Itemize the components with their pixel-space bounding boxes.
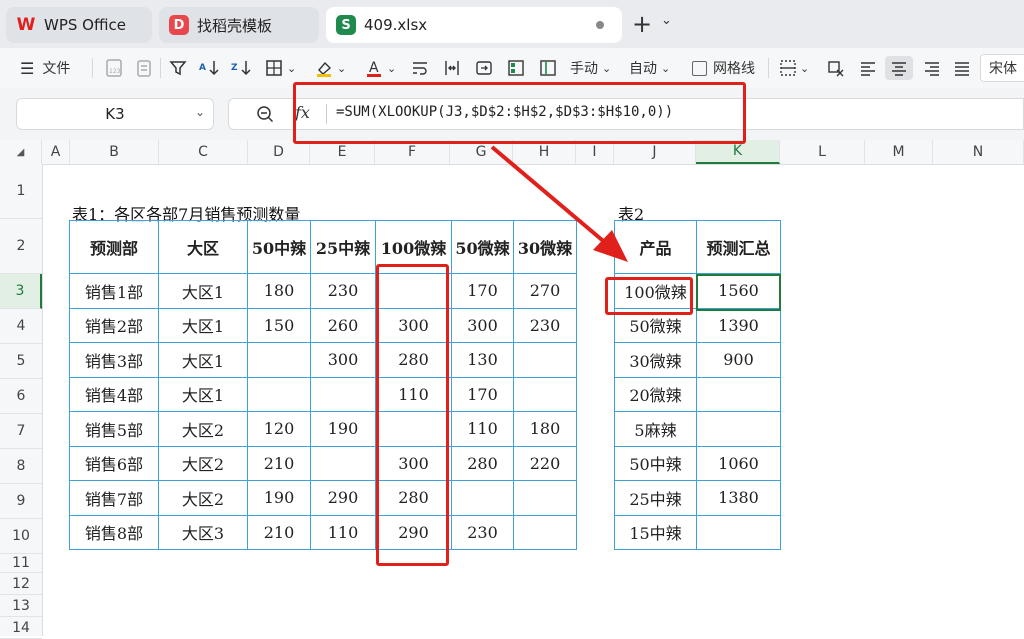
annotation-arrow-icon [490,145,628,262]
